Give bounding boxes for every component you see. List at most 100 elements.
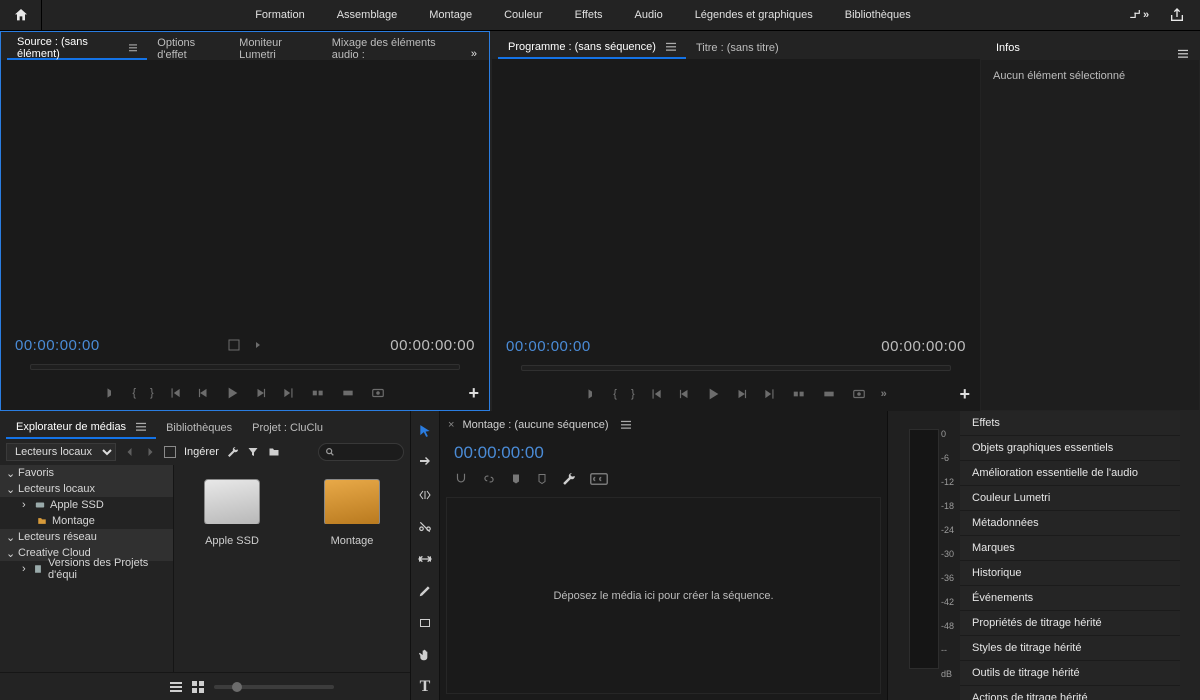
play-icon[interactable] [705,386,721,402]
step-back-icon[interactable] [196,386,210,400]
settings-icon[interactable] [250,339,262,351]
panel-history[interactable]: Historique [960,561,1180,586]
workspace-tab[interactable]: Montage [413,0,488,31]
thumb-disk[interactable]: Apple SSD [192,479,272,658]
go-to-in-icon[interactable] [168,386,182,400]
mark-in-icon[interactable] [104,386,118,400]
tree-favoris[interactable]: ⌄Favoris [0,465,173,481]
panel-graphics[interactable]: Objets graphiques essentiels [960,436,1180,461]
add-marker-icon[interactable] [510,472,522,486]
ripple-edit-tool[interactable] [415,485,435,505]
nav-fwd-icon[interactable] [144,446,156,458]
step-fwd-icon[interactable] [735,387,749,401]
nav-back-icon[interactable] [124,446,136,458]
snap-icon[interactable] [454,472,468,486]
tab-project[interactable]: Projet : CluClu [242,417,333,439]
panel-events[interactable]: Événements [960,586,1180,611]
tab-media-browser[interactable]: Explorateur de médias [6,417,156,439]
hand-tool[interactable] [415,645,435,665]
infos-panel-menu[interactable] [1172,49,1194,59]
share-button[interactable] [1154,7,1200,23]
new-folder-icon[interactable] [267,446,281,458]
bracket-in-icon[interactable]: { [132,387,136,399]
razor-tool[interactable] [415,517,435,537]
grid-view-icon[interactable] [192,681,204,693]
workspace-tab[interactable]: Bibliothèques [829,0,927,31]
rectangle-tool[interactable] [415,613,435,633]
type-tool[interactable]: T [415,677,435,697]
marker-icon[interactable] [536,472,548,486]
extract-icon[interactable] [821,387,837,401]
go-to-out-icon[interactable] [763,387,777,401]
bracket-in-icon[interactable]: { [613,388,617,400]
timeline-title[interactable]: Montage : (aucune séquence) [462,419,608,431]
tree-versions[interactable]: › Versions des Projets d'équi [0,561,173,577]
home-button[interactable] [0,0,42,31]
panel-legacy-title-tools[interactable]: Outils de titrage hérité [960,661,1180,686]
tree-apple-ssd[interactable]: › Apple SSD [0,497,173,513]
filter-icon[interactable] [247,446,259,458]
tree-reseau[interactable]: ⌄Lecteurs réseau [0,529,173,545]
caption-track-icon[interactable] [590,473,608,485]
tab-audio-mix[interactable]: Mixage des éléments audio : [322,38,465,60]
source-tabs-overflow[interactable]: » [465,48,483,60]
source-viewport[interactable] [1,60,489,332]
tab-libraries[interactable]: Bibliothèques [156,417,242,439]
mark-in-icon[interactable] [585,387,599,401]
workspace-tab[interactable]: Assemblage [321,0,414,31]
tree-locaux[interactable]: ⌄Lecteurs locaux [0,481,173,497]
timeline-drop-area[interactable]: Déposez le média ici pour créer la séque… [446,497,881,694]
close-panel-icon[interactable]: × [448,419,454,431]
linked-selection-icon[interactable] [482,472,496,486]
tab-lumetri-monitor[interactable]: Moniteur Lumetri [229,38,322,60]
panel-menu-icon[interactable] [666,42,676,52]
panel-essential-audio[interactable]: Amélioration essentielle de l'audio [960,461,1180,486]
pen-tool[interactable] [415,581,435,601]
drive-select[interactable]: Lecteurs locaux [6,443,116,461]
panel-lumetri-color[interactable]: Couleur Lumetri [960,486,1180,511]
tab-effect-options[interactable]: Options d'effet [147,38,229,60]
workspace-tab[interactable]: Légendes et graphiques [679,0,829,31]
thumbnail-zoom-slider[interactable] [214,685,334,689]
lift-icon[interactable] [791,387,807,401]
go-to-out-icon[interactable] [282,386,296,400]
panel-legacy-title-actions[interactable]: Actions de titrage hérité [960,686,1180,700]
timeline-timecode[interactable]: 00:00:00:00 [440,439,887,467]
selection-tool[interactable] [415,421,435,441]
tab-source[interactable]: Source : (sans élément) [7,38,147,60]
panel-menu-icon[interactable] [621,420,631,430]
button-editor-icon[interactable]: + [959,384,970,405]
workspace-tab[interactable]: Audio [619,0,679,31]
panel-legacy-title-props[interactable]: Propriétés de titrage hérité [960,611,1180,636]
export-frame-icon[interactable] [370,386,386,400]
export-frame-icon[interactable] [851,387,867,401]
program-timecode-in[interactable]: 00:00:00:00 [506,338,591,355]
overwrite-icon[interactable] [340,386,356,400]
source-scrub-bar[interactable] [1,358,489,376]
go-to-in-icon[interactable] [649,387,663,401]
wrench-icon[interactable] [227,446,239,458]
tab-infos[interactable]: Infos [986,37,1030,59]
button-editor-icon[interactable]: + [468,383,479,404]
panel-markers[interactable]: Marques [960,536,1180,561]
panel-legacy-title-styles[interactable]: Styles de titrage hérité [960,636,1180,661]
thumb-folder[interactable]: Montage [312,479,392,658]
workspace-tab[interactable]: Couleur [488,0,559,31]
panel-menu-icon[interactable] [129,43,138,53]
bracket-out-icon[interactable]: } [150,387,154,399]
program-scrub-bar[interactable] [492,359,980,377]
workspace-overflow-button[interactable]: » [1124,9,1154,21]
track-select-tool[interactable] [415,453,435,473]
play-icon[interactable] [224,385,240,401]
source-timecode-in[interactable]: 00:00:00:00 [15,337,100,354]
tab-program[interactable]: Programme : (sans séquence) [498,37,686,59]
ingest-checkbox[interactable] [164,446,176,458]
panel-metadata[interactable]: Métadonnées [960,511,1180,536]
fit-icon[interactable] [228,339,240,351]
panel-menu-icon[interactable] [136,422,146,432]
panel-effets[interactable]: Effets [960,411,1180,436]
comparison-icon[interactable]: » [881,388,887,400]
list-view-icon[interactable] [170,681,182,693]
tree-montage[interactable]: Montage [0,513,173,529]
workspace-tab[interactable]: Effets [559,0,619,31]
